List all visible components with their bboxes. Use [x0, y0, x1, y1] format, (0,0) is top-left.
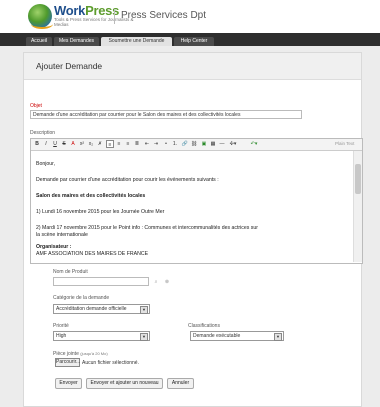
clear-format-icon[interactable]: ✗ [96, 140, 104, 148]
logo-name: WorkPress [54, 3, 119, 18]
workpress-logo[interactable]: WorkPress Tools & Press Services for Jou… [28, 3, 134, 30]
produit-label: Nom de Produit [53, 269, 88, 275]
categorie-select[interactable]: Accréditation demande officielle ▼ [53, 304, 150, 314]
produit-input[interactable] [53, 277, 149, 286]
strikethrough-icon[interactable]: S [60, 140, 68, 148]
classification-value: Demande exécutable [193, 333, 241, 339]
more-icon[interactable]: ✣▾ [229, 140, 237, 148]
panel-header: Ajouter Demande [24, 53, 361, 80]
priorite-value: High [56, 333, 67, 339]
editor-toolbar: B I U S A x² x₂ ✗ ≡ ≡ ≡ ≣ ⇤ ⇥ • 1. 🔗 ⛓ ▣… [31, 139, 362, 151]
editor-line: 1) Lundi 16 novembre 2015 pour les Journ… [36, 209, 165, 215]
editor-line: 2) Mardi 17 novembre 2015 pour le Point … [36, 225, 259, 231]
header-divider [114, 9, 115, 24]
no-file-text: Aucun fichier sélectionné. [82, 360, 139, 366]
chevron-down-icon: ▼ [140, 306, 148, 314]
bold-icon[interactable]: B [33, 140, 41, 148]
link-icon[interactable]: 🔗 [181, 140, 189, 148]
objet-input[interactable]: Demande d'une accréditation par courrier… [30, 110, 302, 119]
editor-scroll-thumb[interactable] [355, 164, 361, 194]
clear-icon[interactable]: ⊗ [163, 278, 171, 286]
priorite-select[interactable]: High ▼ [53, 331, 150, 341]
editor-line: la scène internationale [36, 232, 88, 238]
priorite-label: Priorité [53, 323, 69, 329]
classification-label: Classifications [188, 323, 220, 329]
piece-jointe-label: Pièce jointe (jusqu'à 20 Mo) [53, 351, 108, 357]
objet-label: Objet [30, 103, 42, 109]
plain-text-toggle[interactable]: Plain Text [335, 141, 354, 146]
search-icon[interactable]: ⌕ [152, 278, 160, 286]
nav-tabs: Accueil Mes Demandes Soumettre une Deman… [0, 33, 380, 46]
parcourir-button[interactable]: Parcourir... [55, 358, 80, 367]
tab-accueil[interactable]: Accueil [26, 37, 52, 46]
superscript-icon[interactable]: x² [78, 140, 86, 148]
outdent-icon[interactable]: ⇤ [143, 140, 151, 148]
app-title: Press Services Dpt [121, 10, 207, 21]
header: WorkPress Tools & Press Services for Jou… [0, 0, 380, 33]
editor-content[interactable]: Bonjour, Demande par courrier d'une accr… [31, 151, 353, 262]
piece-jointe-hint: (jusqu'à 20 Mo) [80, 351, 108, 356]
undo-icon[interactable]: ↶▾ [250, 140, 258, 148]
tab-help-center[interactable]: Help Center [174, 37, 214, 46]
annuler-button[interactable]: Annuler [167, 378, 194, 389]
logo-swoosh [31, 19, 53, 29]
bullet-list-icon[interactable]: • [162, 140, 170, 148]
editor-line: AMF ASSOCIATION DES MAIRES DE FRANCE [36, 251, 149, 257]
editor-line: Organisateur : [36, 244, 72, 250]
indent-icon[interactable]: ⇥ [152, 140, 160, 148]
align-right-icon[interactable]: ≡ [124, 140, 132, 148]
italic-icon[interactable]: I [42, 140, 50, 148]
editor-line: Demande par courrier d'une accréditation… [36, 177, 219, 183]
underline-icon[interactable]: U [51, 140, 59, 148]
tab-mes-demandes[interactable]: Mes Demandes [54, 37, 99, 46]
tab-soumettre-demande[interactable]: Soumettre une Demande [101, 37, 172, 46]
description-label: Description [30, 130, 56, 136]
envoyer-nouveau-button[interactable]: Envoyer et ajouter un nouveau [86, 378, 163, 389]
editor-line: Bonjour, [36, 161, 56, 167]
align-justify-icon[interactable]: ≣ [133, 140, 141, 148]
categorie-label: Catégorie de la demande [53, 295, 110, 301]
image-icon[interactable]: ▣ [200, 140, 208, 148]
horizontal-rule-icon[interactable]: — [218, 140, 226, 148]
font-color-icon[interactable]: A [69, 140, 77, 148]
editor-line: Salon des maires et des collectivités lo… [36, 193, 146, 199]
table-icon[interactable]: ▦ [209, 140, 217, 148]
editor-scrollbar[interactable] [353, 151, 362, 262]
chevron-down-icon: ▼ [140, 333, 148, 341]
envoyer-button[interactable]: Envoyer [55, 378, 82, 389]
chevron-down-icon: ▼ [274, 333, 282, 341]
categorie-value: Accréditation demande officielle [56, 306, 127, 312]
description-editor[interactable]: B I U S A x² x₂ ✗ ≡ ≡ ≡ ≣ ⇤ ⇥ • 1. 🔗 ⛓ ▣… [30, 138, 363, 264]
subscript-icon[interactable]: x₂ [87, 140, 95, 148]
panel-title: Ajouter Demande [36, 61, 103, 71]
numbered-list-icon[interactable]: 1. [171, 140, 179, 148]
align-center-icon[interactable]: ≡ [115, 140, 123, 148]
align-left-icon[interactable]: ≡ [106, 140, 114, 148]
unlink-icon[interactable]: ⛓ [190, 140, 198, 148]
classification-select[interactable]: Demande exécutable ▼ [190, 331, 284, 341]
